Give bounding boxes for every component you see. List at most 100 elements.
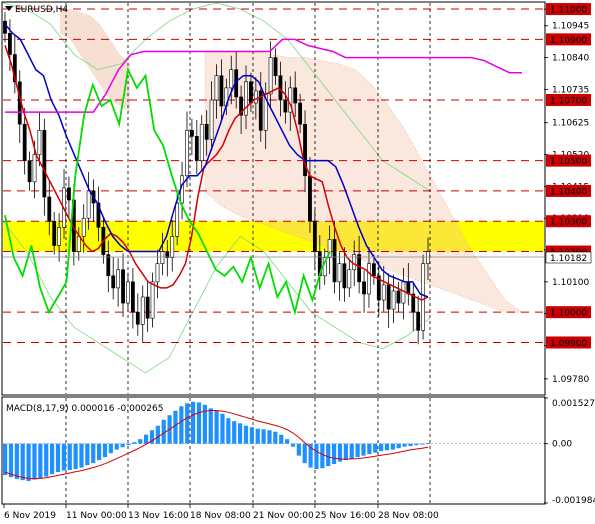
level-label: 1.10400 — [550, 187, 587, 197]
macd-bar — [38, 443, 43, 479]
macd-bar — [343, 443, 348, 461]
price-tick-label: 1.10625 — [552, 119, 589, 129]
macd-bar — [91, 443, 96, 464]
level-label: 1.10300 — [550, 218, 587, 228]
macd-bar — [290, 443, 296, 447]
macd-bar — [396, 443, 401, 449]
candle-body — [347, 269, 352, 289]
candle-body — [37, 130, 42, 155]
macd-bar — [267, 430, 272, 444]
price-tick-label: 1.09780 — [552, 375, 589, 385]
candle-body — [185, 130, 189, 177]
candle-body — [312, 220, 317, 252]
macd-bar — [138, 439, 143, 444]
macd-tick-label: 0.00 — [552, 440, 572, 450]
candle-body — [214, 75, 219, 101]
macd-bar — [20, 443, 25, 481]
macd-bar — [196, 402, 202, 444]
candle-body — [150, 281, 155, 319]
macd-bar — [55, 443, 61, 473]
macd-bar — [208, 408, 213, 444]
macd-bar — [384, 443, 390, 451]
candle-body — [391, 290, 396, 310]
macd-bar — [3, 443, 8, 476]
candle-body — [32, 154, 37, 183]
candle-body — [401, 281, 406, 304]
macd-bar — [50, 443, 55, 475]
macd-bar — [408, 443, 413, 447]
candle-body — [145, 296, 150, 319]
macd-bar — [296, 443, 301, 456]
time-axis: 6 Nov 2019 11 Nov 00:00 13 Nov 16:00 18 Nov… — [3, 504, 439, 521]
candle-body — [52, 220, 57, 246]
candle-body — [204, 123, 209, 140]
candle-body — [199, 123, 204, 161]
candle-body — [249, 81, 253, 104]
macd-bar — [185, 403, 190, 444]
candle-body — [209, 99, 214, 140]
macd-bar — [155, 425, 160, 444]
candle-body — [381, 284, 386, 301]
candle-body — [3, 20, 7, 34]
macd-bar — [144, 434, 149, 444]
macd-bar — [255, 428, 260, 444]
candle-body — [126, 281, 130, 304]
candle-body — [342, 263, 347, 289]
candle-body — [135, 311, 140, 325]
candle-body — [130, 281, 135, 313]
macd-bar — [390, 443, 395, 450]
candle-body — [111, 275, 116, 289]
candle-body — [81, 217, 86, 237]
macd-bar — [355, 443, 360, 458]
macd-bar — [132, 442, 137, 444]
candle-body — [298, 102, 303, 125]
macd-bar — [349, 443, 354, 459]
macd-bar — [226, 418, 231, 444]
macd-bar — [373, 443, 378, 453]
candle-body — [170, 236, 175, 258]
candle-body — [57, 226, 62, 246]
macd-bar — [285, 439, 290, 444]
level-label: 1.10900 — [550, 36, 587, 46]
price-tick-label: 1.10100 — [552, 278, 589, 288]
macd-bar — [249, 427, 254, 444]
candle-body — [106, 254, 111, 277]
macd-bar — [361, 443, 366, 456]
chart-header: EURUSD,H4 — [5, 5, 68, 15]
candle-body — [27, 160, 32, 183]
level-label: 1.10000 — [550, 309, 587, 319]
candle-body — [47, 196, 52, 222]
candle-body — [268, 57, 273, 95]
candle-body — [76, 236, 81, 252]
level-label: 1.11000 — [550, 6, 587, 16]
macd-bar — [402, 443, 407, 447]
time-tick-label: 11 Nov 00:00 — [66, 511, 127, 521]
time-tick-label: 25 Nov 16:00 — [315, 511, 376, 521]
candle-body — [293, 87, 298, 104]
candle-body — [253, 90, 258, 104]
candle-body — [194, 136, 199, 161]
candle-body — [367, 263, 371, 295]
symbol-header: EURUSD,H4 — [15, 5, 68, 15]
candle-body — [67, 187, 71, 201]
level-label: 1.10700 — [550, 96, 587, 106]
time-tick-label: 18 Nov 08:00 — [190, 511, 251, 521]
macd-bar — [120, 443, 125, 448]
macd-bar — [44, 443, 49, 477]
macd-bar — [214, 410, 219, 444]
macd-bar — [73, 443, 78, 470]
macd-bar — [220, 413, 225, 444]
macd-bar — [191, 401, 196, 444]
level-label: 1.09900 — [550, 339, 587, 349]
macd-bar — [279, 434, 284, 444]
macd-bar — [126, 443, 131, 446]
candle-body — [308, 175, 312, 222]
macd-bar — [367, 443, 372, 455]
candle-body — [116, 269, 121, 289]
macd-bar — [273, 431, 278, 444]
macd-bar — [420, 443, 425, 445]
candle-body — [8, 33, 12, 55]
candle-body — [396, 290, 401, 304]
candle-body — [86, 190, 91, 219]
macd-bar — [314, 443, 319, 470]
